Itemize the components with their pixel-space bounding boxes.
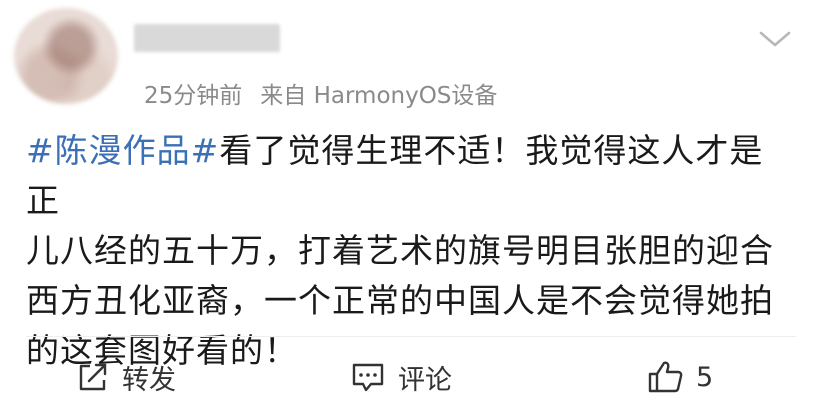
repost-button[interactable]: 转发 — [76, 354, 176, 400]
topic-link[interactable]: #陈漫作品# — [26, 131, 219, 170]
repost-icon — [79, 363, 107, 391]
divider — [26, 336, 796, 337]
avatar[interactable] — [14, 8, 118, 104]
username-redacted[interactable] — [134, 24, 280, 52]
post-meta: 25分钟前 来自 HarmonyOS设备 — [144, 76, 497, 110]
weibo-post-card: 25分钟前 来自 HarmonyOS设备 #陈漫作品#看了觉得生理不适！我觉得这人… — [0, 0, 822, 417]
post-source: 来自 HarmonyOS设备 — [260, 83, 498, 109]
repost-label: 转发 — [122, 364, 176, 396]
comment-icon — [352, 363, 384, 392]
content-line-1: #陈漫作品#看了觉得生理不适！我觉得这人才是正 — [26, 126, 796, 226]
action-bar: 转发 评论 5 — [0, 354, 822, 400]
content-line-3: 西方丑化亚裔，一个正常的中国人是不会觉得她拍 — [26, 281, 774, 320]
content-line-2: 儿八经的五十万，打着艺术的旗号明目张胆的迎合 — [26, 231, 774, 270]
post-content: #陈漫作品#看了觉得生理不适！我觉得这人才是正 儿八经的五十万，打着艺术的旗号明… — [26, 126, 796, 376]
thumbs-up-icon — [648, 361, 683, 393]
like-button[interactable]: 5 — [646, 354, 713, 400]
chevron-down-icon[interactable] — [758, 28, 792, 50]
comment-button[interactable]: 评论 — [350, 354, 452, 400]
like-count: 5 — [696, 361, 714, 393]
comment-label: 评论 — [398, 364, 452, 396]
post-time: 25分钟前 — [144, 83, 243, 109]
